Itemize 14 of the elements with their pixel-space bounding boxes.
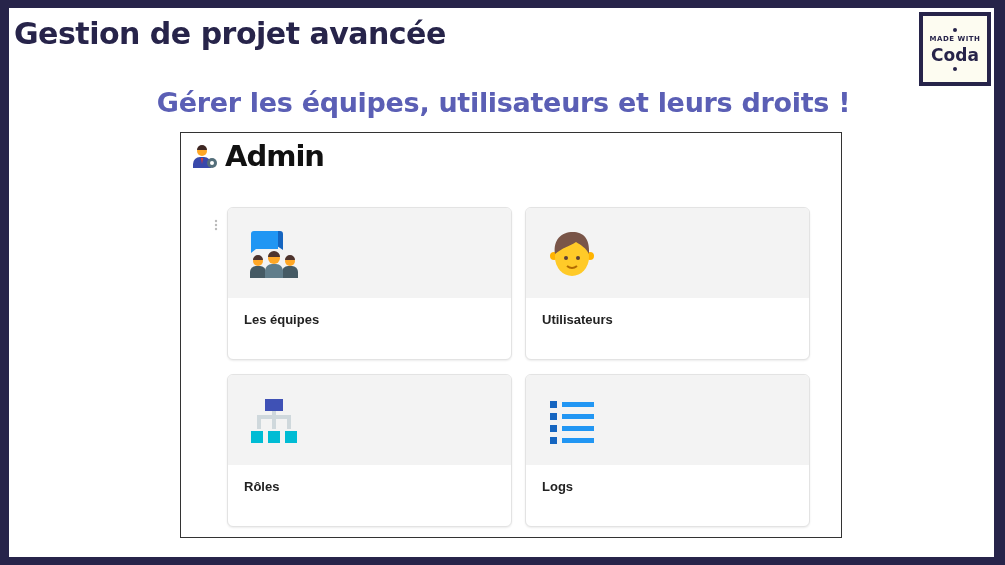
card-title: Les équipes [243, 311, 321, 329]
card-title: Rôles [243, 478, 281, 496]
drag-handle-icon[interactable] [214, 219, 218, 231]
team-chat-icon [248, 228, 300, 280]
card-link[interactable]: Rôles [227, 374, 512, 527]
card-title: Logs [541, 478, 575, 496]
person-gear-icon [191, 142, 219, 170]
slide-subtitle: Gérer les équipes, utilisateurs et leurs droits ! [155, 86, 852, 120]
card-link[interactable]: Logs [525, 374, 810, 527]
card-link[interactable]: Les équipes [227, 207, 512, 360]
card-link[interactable]: Utilisateurs [525, 207, 810, 360]
card-title: Utilisateurs [541, 311, 614, 329]
page-heading: Admin [225, 139, 324, 173]
slide-title: Gestion de projet avancée [14, 16, 446, 51]
